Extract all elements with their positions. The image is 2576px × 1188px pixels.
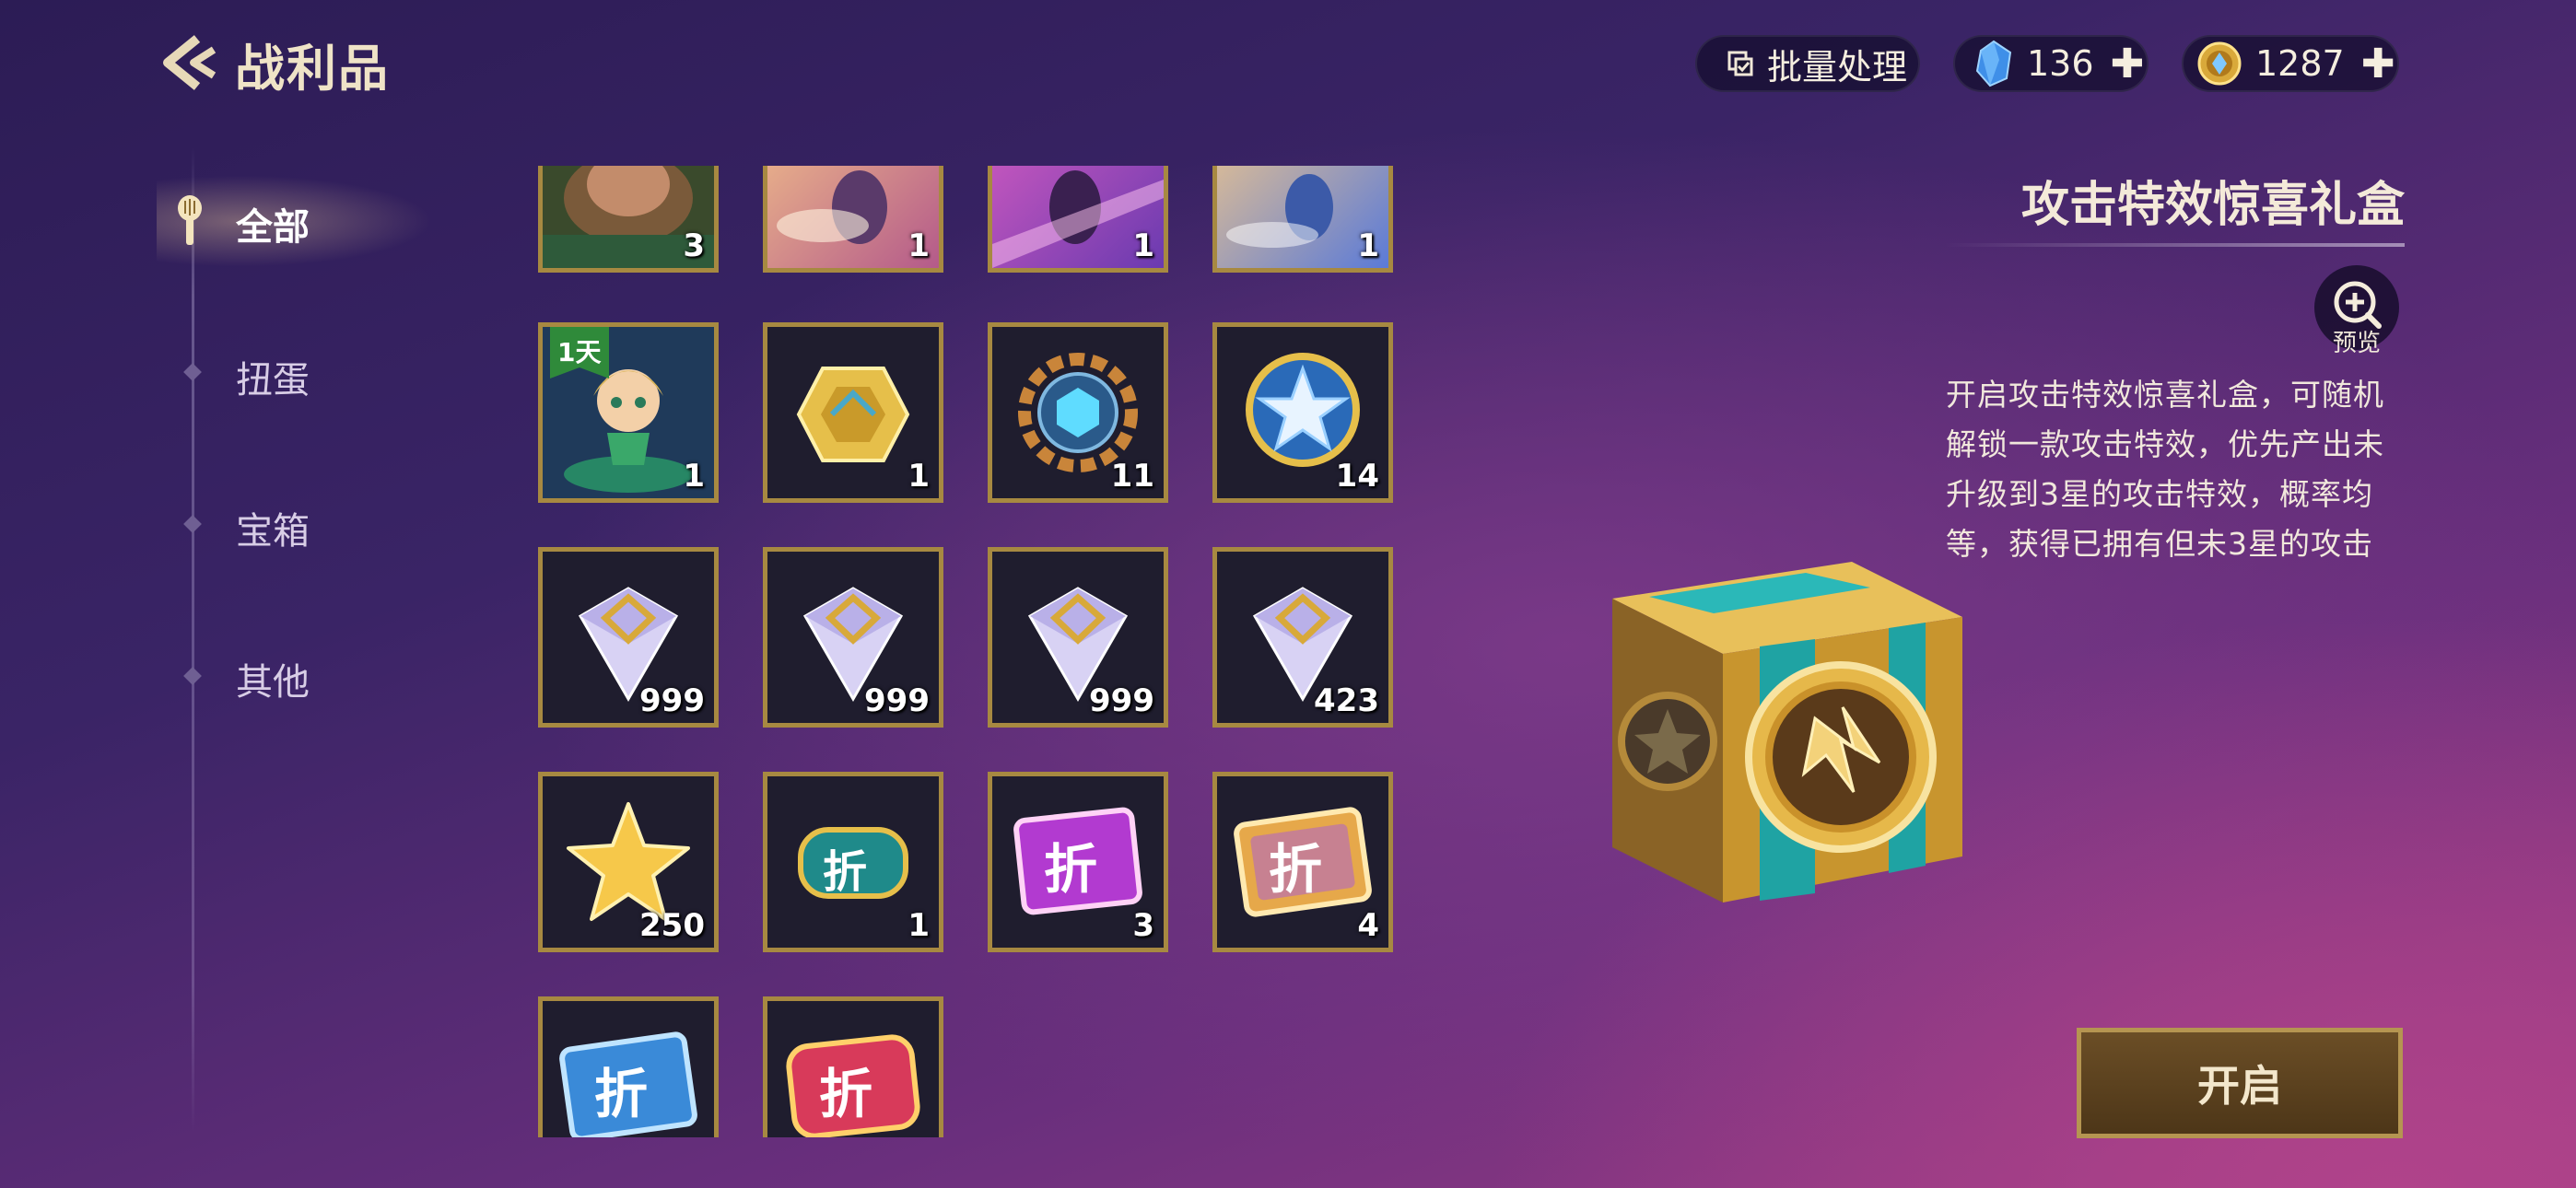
discount-glyph: 折 [823, 846, 868, 898]
sidebar-item-all[interactable]: 全部 [236, 197, 310, 250]
inventory-item[interactable]: 折 4 [1212, 772, 1393, 952]
inventory-item[interactable]: 折 [763, 996, 943, 1137]
sidebar-dot [183, 515, 202, 533]
inventory-item[interactable]: 1 [763, 322, 943, 503]
item-count: 1 [907, 227, 930, 264]
item-count: 423 [1314, 682, 1379, 719]
item-count: 14 [1335, 458, 1379, 495]
gem-currency[interactable]: 136 ✚ [1953, 35, 2149, 92]
gem-count: 136 [2027, 43, 2094, 84]
inventory-item[interactable]: 折 [538, 996, 719, 1137]
item-count: 3 [1132, 907, 1154, 944]
spatula-icon [171, 193, 208, 252]
sidebar-line [192, 147, 194, 1133]
inventory-item[interactable]: 999 [763, 547, 943, 728]
inventory-item[interactable]: 14 [1212, 322, 1393, 503]
item-count: 999 [1089, 682, 1154, 719]
inventory-item[interactable]: 1 [988, 166, 1168, 273]
inventory-item[interactable]: 11 [988, 322, 1168, 503]
sidebar-item-gacha[interactable]: 扭蛋 [236, 350, 310, 403]
add-coin-icon[interactable]: ✚ [2361, 41, 2395, 87]
page-title: 战利品 [235, 40, 390, 98]
sidebar-item-other[interactable]: 其他 [236, 652, 310, 705]
sidebar-dot [183, 363, 202, 381]
discount-glyph: 折 [594, 1063, 649, 1125]
item-count: 3 [683, 227, 705, 264]
discount-glyph: 折 [1044, 838, 1098, 901]
item-count: 1 [1357, 227, 1379, 264]
batch-label: 批量处理 [1767, 46, 1908, 87]
inventory-item[interactable]: 999 [538, 547, 719, 728]
item-count: 1 [683, 458, 705, 495]
inventory-item[interactable]: 1 [763, 166, 943, 273]
item-count: 4 [1357, 907, 1379, 944]
attack-effect-gift-box-icon [1612, 562, 1962, 903]
item-count: 11 [1110, 458, 1154, 495]
back-arrow-icon [163, 35, 217, 90]
title-divider [1944, 243, 2405, 247]
coin-icon [2196, 41, 2242, 87]
item-count: 1 [1132, 227, 1154, 264]
item-count: 1 [907, 458, 930, 495]
sidebar-item-chest[interactable]: 宝箱 [236, 501, 310, 554]
gem-icon [1973, 40, 2014, 87]
item-count: 999 [639, 682, 705, 719]
inventory-item[interactable]: 1 [1212, 166, 1393, 273]
detail-description: 开启攻击特效惊喜礼盒，可随机解锁一款攻击特效，优先产出未升级到3星的攻击特效，概… [1946, 377, 2384, 562]
preview-label: 预览 [2332, 330, 2381, 357]
inventory-item[interactable]: 250 [538, 772, 719, 952]
discount-glyph: 折 [1269, 838, 1323, 901]
coin-currency[interactable]: 1287 ✚ [2182, 35, 2399, 92]
inventory-item[interactable]: 423 [1212, 547, 1393, 728]
inventory-item[interactable]: 1天 1 [538, 322, 719, 503]
back-button[interactable] [157, 33, 221, 92]
detail-title: 攻击特效惊喜礼盒 [2020, 178, 2405, 233]
inventory-item[interactable]: 折 3 [988, 772, 1168, 952]
inventory-item[interactable]: 999 [988, 547, 1168, 728]
item-count: 250 [639, 907, 705, 944]
batch-process-button[interactable]: 批量处理 [1695, 35, 1920, 92]
item-count: 999 [864, 682, 930, 719]
open-button[interactable]: 开启 [2077, 1028, 2403, 1138]
inventory-grid[interactable]: 3 1 1 1 1天 1 1 11 14 999 999 999 423 250… [534, 166, 1400, 1137]
add-gem-icon[interactable]: ✚ [2111, 41, 2145, 87]
sidebar-dot [183, 667, 202, 685]
coin-count: 1287 [2255, 43, 2345, 84]
inventory-item[interactable]: 3 [538, 166, 719, 273]
batch-icon [1727, 50, 1754, 77]
item-count: 1 [907, 907, 930, 944]
time-badge: 1天 [557, 337, 602, 367]
discount-glyph: 折 [819, 1063, 873, 1125]
inventory-item[interactable]: 折 1 [763, 772, 943, 952]
